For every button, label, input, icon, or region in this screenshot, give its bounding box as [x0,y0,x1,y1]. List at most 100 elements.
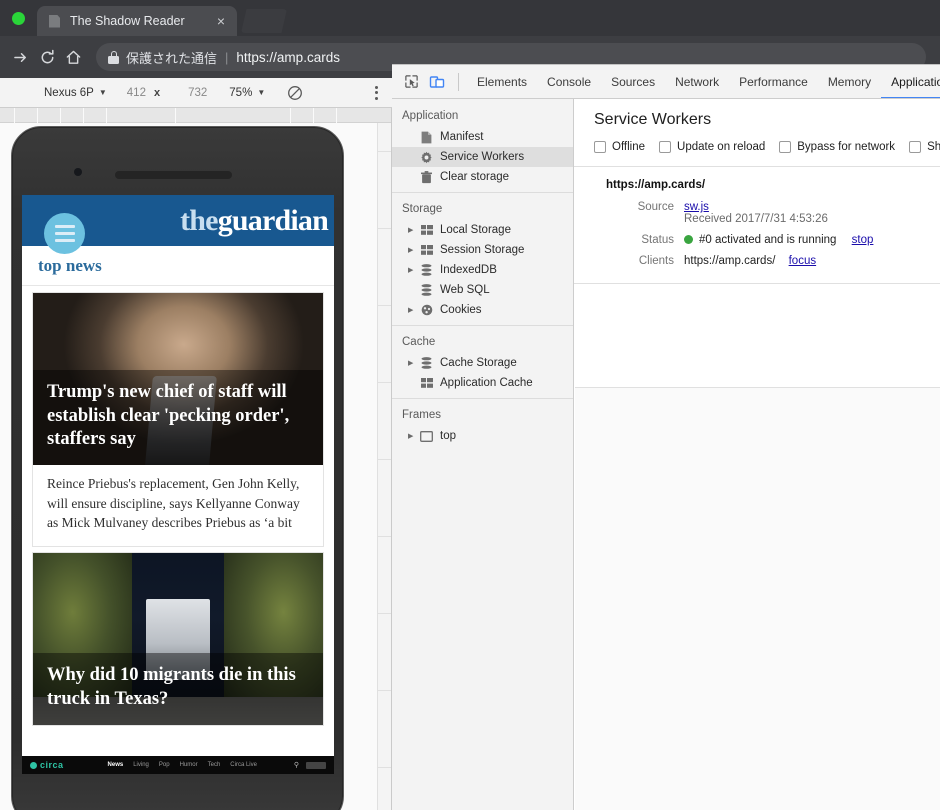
no-throttling-icon[interactable] [287,85,303,101]
new-tab-button[interactable] [241,9,287,33]
device-viewport[interactable]: theguardian top news Trump's new chief o… [22,195,334,774]
stop-link[interactable]: stop [852,234,874,246]
chevron-right-icon: ▶ [408,154,418,161]
sidebar-divider [392,192,573,193]
chevron-right-icon[interactable]: ▶ [408,433,418,440]
tab-title: The Shadow Reader [70,14,185,28]
chevron-right-icon[interactable]: ▶ [408,247,418,254]
source-link[interactable]: sw.js [684,201,709,213]
table-icon [419,243,434,257]
card-headline: Why did 10 migrants die in this truck in… [47,665,296,710]
sidebar-item-label: Cookies [440,304,482,316]
checkbox-box[interactable] [594,141,606,153]
tab-elements[interactable]: Elements [467,65,537,98]
inspect-element-icon[interactable] [398,69,424,95]
viewport-height-input[interactable]: 732 [188,87,207,99]
circa-nav-bar[interactable]: circa News Living Pop Humor Tech Circa L… [22,756,334,774]
checkbox-box[interactable] [659,141,672,153]
toggle-device-toolbar-icon[interactable] [424,69,450,95]
sidebar-item-application-cache[interactable]: ▶ Application Cache [392,373,573,393]
page-icon [49,14,60,28]
checkbox-box[interactable] [909,141,922,153]
circa-actions: ⚲ [294,761,326,769]
hamburger-menu-icon[interactable] [44,213,85,254]
logo-the: the [180,204,218,237]
tab-memory[interactable]: Memory [818,65,881,98]
pane-title: Service Workers [594,111,712,128]
sidebar-item-label: Service Workers [440,151,525,163]
zoom-value: 75% [229,86,253,99]
focus-link[interactable]: focus [789,255,817,267]
sidebar-group-title: Storage [402,203,443,215]
browser-window: The Shadow Reader × 保護された通信 | https://am… [0,0,940,810]
circa-nav-item[interactable]: Tech [208,762,221,768]
reload-icon[interactable] [34,44,60,70]
empty-pane-area [575,387,940,810]
tab-application[interactable]: Application [881,65,940,98]
news-card[interactable]: Trump's new chief of staff will establis… [33,293,323,546]
chevron-right-icon[interactable]: ▶ [408,360,418,367]
checkbox-box[interactable] [779,141,792,153]
device-selector[interactable]: Nexus 6P ▼ [44,87,107,99]
status-label: Status [641,234,674,246]
dimension-separator: x [153,86,161,99]
circa-nav-item[interactable]: Circa Live [230,762,257,768]
news-card[interactable]: Why did 10 migrants die in this truck in… [33,552,323,725]
update-on-reload-checkbox[interactable]: Update on reload [659,141,765,153]
checkbox-label: Offline [612,141,646,153]
sidebar-item-service-workers[interactable]: ▶ Service Workers [392,147,573,167]
sidebar-item-indexeddb[interactable]: ▶ IndexedDB [392,260,573,280]
sidebar-item-clear-storage[interactable]: ▶ Clear storage [392,167,573,187]
table-icon [419,376,434,390]
chevron-right-icon: ▶ [408,174,418,181]
sidebar-item-label: Local Storage [440,224,511,236]
sidebar-item-top-frame[interactable]: ▶ top [392,426,573,446]
chevron-right-icon[interactable]: ▶ [408,267,418,274]
camera-icon [74,168,82,176]
circa-logo: circa [30,760,64,770]
clients-value: https://amp.cards/ focus [684,255,940,267]
back-arrow-icon[interactable] [8,44,34,70]
omnibox-separator: | [225,49,229,65]
tab-performance[interactable]: Performance [729,65,818,98]
sidebar-item-local-storage[interactable]: ▶ Local Storage [392,220,573,240]
chevron-right-icon[interactable]: ▶ [408,227,418,234]
viewport-width-input[interactable]: 412 [127,87,146,99]
circa-nav-items[interactable]: News Living Pop Humor Tech Circa Live [108,762,257,768]
sidebar-item-label: top [440,430,456,442]
device-frame: theguardian top news Trump's new chief o… [11,126,344,810]
circa-nav-item[interactable]: Pop [159,762,170,768]
home-icon[interactable] [60,44,86,70]
search-icon[interactable]: ⚲ [294,761,299,769]
card-hero-image: Trump's new chief of staff will establis… [33,293,323,465]
circa-nav-item[interactable]: Living [133,762,149,768]
service-worker-options: Offline Update on reload Bypass for netw… [594,141,940,153]
clients-label: Clients [638,255,674,267]
tab-network[interactable]: Network [665,65,729,98]
device-name: Nexus 6P [44,86,94,99]
more-vertical-icon[interactable] [375,85,378,100]
circa-nav-item[interactable]: News [108,762,124,768]
zoom-selector[interactable]: 75% ▼ [229,87,265,99]
sidebar-item-manifest[interactable]: ▶ Manifest [392,127,573,147]
chevron-right-icon[interactable]: ▶ [408,307,418,314]
close-icon[interactable]: × [213,14,229,28]
browser-tab[interactable]: The Shadow Reader × [37,6,237,36]
circa-nav-item[interactable]: Humor [180,762,198,768]
circa-connect-button[interactable] [306,761,326,769]
sidebar-divider [392,325,573,326]
gear-icon [419,150,434,164]
secure-label: 保護された通信 [126,50,218,66]
offline-checkbox[interactable]: Offline [594,141,645,153]
sidebar-item-cookies[interactable]: ▶ Cookies [392,300,573,320]
speaker-grille [115,171,232,179]
sidebar-item-cache-storage[interactable]: ▶ Cache Storage [392,353,573,373]
tab-console[interactable]: Console [537,65,601,98]
card-excerpt: Reince Priebus's replacement, Gen John K… [47,476,300,531]
sidebar-item-session-storage[interactable]: ▶ Session Storage [392,240,573,260]
bypass-for-network-checkbox[interactable]: Bypass for network [779,141,895,153]
sidebar-item-web-sql[interactable]: ▶ Web SQL [392,280,573,300]
show-all-checkbox[interactable]: Sho [909,141,940,153]
sidebar-group-title: Application [402,110,459,122]
tab-sources[interactable]: Sources [601,65,665,98]
